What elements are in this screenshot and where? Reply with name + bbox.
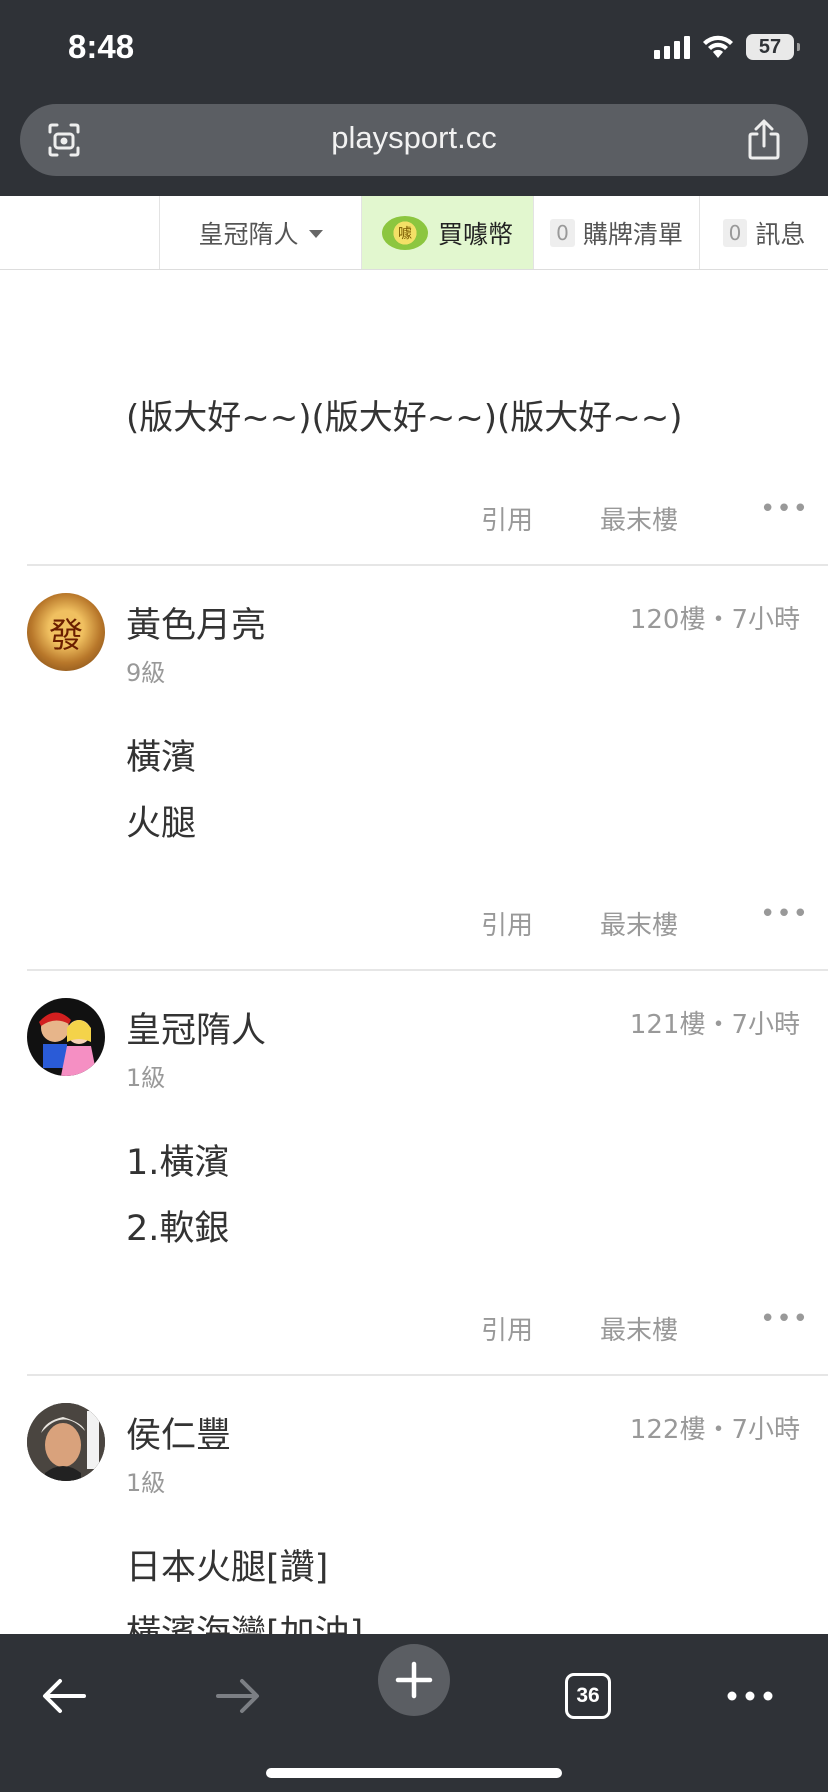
battery-icon: 57	[746, 34, 800, 60]
last-floor-button[interactable]: 最末樓	[600, 500, 678, 537]
author-name[interactable]: 黃色月亮	[126, 597, 266, 648]
arrow-right-icon	[216, 1679, 259, 1713]
status-icons: 57	[654, 34, 800, 60]
post-actions: 引用 最末樓 •••	[0, 494, 828, 540]
post-body-line: 橫濱	[126, 738, 197, 778]
post-actions: 引用 最末樓 •••	[0, 1304, 828, 1350]
tab-switcher-button[interactable]: 36	[538, 1646, 638, 1746]
previous-post-body: (版大好~~)(版大好~~)(版大好~~)	[126, 398, 683, 438]
address-bar[interactable]: playsport.cc	[20, 104, 808, 176]
home-indicator[interactable]	[266, 1768, 562, 1778]
browser-bottom-toolbar: 36	[0, 1634, 828, 1792]
post-divider	[27, 564, 828, 566]
messages-link[interactable]: 0 訊息	[699, 196, 828, 269]
buy-coin-label: 買噱幣	[437, 219, 513, 249]
quote-button[interactable]: 引用	[481, 500, 533, 537]
avatar[interactable]	[27, 998, 105, 1076]
cart-count-badge: 0	[550, 218, 575, 247]
battery-level: 57	[758, 35, 782, 58]
post-meta: 120樓・7小時	[629, 605, 800, 635]
site-nav: 皇冠隋人 噱 買噱幣 0 購牌清單 0 訊息	[0, 196, 828, 270]
browser-top-chrome: 8:48 57 playsport.cc	[0, 0, 828, 196]
caret-down-icon	[308, 230, 323, 238]
wifi-icon	[702, 35, 734, 59]
post-divider	[27, 969, 828, 971]
avatar[interactable]: 發	[27, 593, 105, 671]
back-button[interactable]	[14, 1646, 114, 1746]
last-floor-button[interactable]: 最末樓	[600, 905, 678, 942]
more-options-icon[interactable]: •••	[760, 494, 809, 524]
user-menu-name: 皇冠隋人	[198, 219, 299, 249]
url-text[interactable]: playsport.cc	[20, 120, 808, 156]
post-meta: 121樓・7小時	[629, 1010, 800, 1040]
user-level: 1級	[126, 1469, 166, 1497]
message-count-badge: 0	[722, 218, 748, 247]
new-tab-button[interactable]	[378, 1644, 450, 1716]
status-time: 8:48	[68, 28, 135, 65]
more-options-icon[interactable]: •••	[760, 899, 809, 929]
more-options-icon[interactable]: •••	[760, 1304, 809, 1334]
tab-count: 36	[565, 1673, 611, 1719]
share-icon[interactable]	[744, 118, 784, 162]
plus-icon	[395, 1661, 433, 1699]
last-floor-button[interactable]: 最末樓	[600, 1310, 678, 1347]
coin-icon: 噱	[381, 215, 428, 250]
user-level: 1級	[126, 1064, 166, 1092]
forward-button[interactable]	[188, 1646, 288, 1746]
author-name[interactable]: 皇冠隋人	[126, 1002, 266, 1053]
post-body-line: 1.橫濱	[126, 1143, 230, 1183]
more-menu-button[interactable]	[700, 1646, 800, 1746]
author-name[interactable]: 侯仁豐	[126, 1407, 231, 1458]
messages-label: 訊息	[755, 219, 806, 249]
cart-list-link[interactable]: 0 購牌清單	[533, 196, 699, 269]
quote-button[interactable]: 引用	[481, 905, 533, 942]
post-meta: 122樓・7小時	[629, 1415, 800, 1445]
quote-button[interactable]: 引用	[481, 1310, 533, 1347]
post-body-line: 日本火腿[讚]	[126, 1548, 329, 1588]
more-icon	[727, 1691, 773, 1701]
cellular-signal-icon	[654, 35, 690, 59]
buy-coin-button[interactable]: 噱 買噱幣	[361, 196, 533, 269]
cart-list-label: 購牌清單	[582, 219, 683, 249]
post-body-line: 火腿	[126, 804, 197, 844]
post-body-line: 2.軟銀	[126, 1209, 230, 1249]
post-actions: 引用 最末樓 •••	[0, 899, 828, 945]
user-level: 9級	[126, 659, 166, 687]
avatar-tile-char: 發	[49, 615, 83, 656]
user-menu[interactable]: 皇冠隋人	[159, 196, 361, 269]
arrow-left-icon	[43, 1679, 86, 1713]
avatar[interactable]	[27, 1403, 105, 1481]
post-divider	[27, 1374, 828, 1376]
